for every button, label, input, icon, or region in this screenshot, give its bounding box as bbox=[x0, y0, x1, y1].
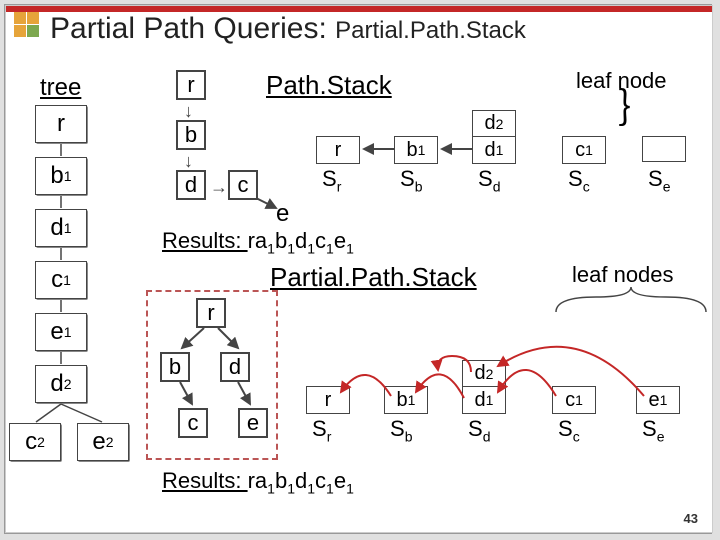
q2-d: d bbox=[220, 352, 250, 382]
stack-sb-label: Sb bbox=[400, 166, 422, 194]
stack-sc-1: c1 bbox=[562, 136, 606, 164]
tree-node-d1: d1 bbox=[36, 210, 88, 248]
tree-node-c1: c1 bbox=[36, 262, 88, 300]
stack-sd2-label: Sd bbox=[468, 416, 490, 444]
q1-d: d bbox=[176, 170, 206, 200]
q1-e-text: e bbox=[276, 200, 289, 228]
stack-se-label: Se bbox=[648, 166, 670, 194]
q2-r: r bbox=[196, 298, 226, 328]
stack-sc-2: c1 bbox=[552, 386, 596, 414]
stack-sr2-label: Sr bbox=[312, 416, 331, 444]
stack-se-2: e1 bbox=[636, 386, 680, 414]
stack-sr-label: Sr bbox=[322, 166, 341, 194]
stack-sc2-label: Sc bbox=[558, 416, 580, 444]
stack-se-1 bbox=[642, 136, 686, 162]
pps-label: Partial.Path.Stack bbox=[270, 262, 477, 293]
q1-r: r bbox=[176, 70, 206, 100]
stack-sd-label: Sd bbox=[478, 166, 500, 194]
stack-sr-1: r bbox=[316, 136, 360, 164]
leaf-nodes-label: leaf nodes bbox=[572, 262, 674, 288]
logo-icon bbox=[14, 12, 42, 37]
tree-node-e2: e2 bbox=[78, 424, 130, 462]
stack-sr-2: r bbox=[306, 386, 350, 414]
stack-se2-label: Se bbox=[642, 416, 664, 444]
stack-sb-2: b1 bbox=[384, 386, 428, 414]
q2-e: e bbox=[238, 408, 268, 438]
arrow-down-icon: ↓ bbox=[184, 152, 193, 170]
stack-sb2-label: Sb bbox=[390, 416, 412, 444]
tree-header: tree bbox=[40, 74, 81, 102]
q1-c: c bbox=[228, 170, 258, 200]
stack-sd-2: d2d1 bbox=[462, 360, 506, 414]
q2-b: b bbox=[160, 352, 190, 382]
stack-sc-label: Sc bbox=[568, 166, 590, 194]
q2-c: c bbox=[178, 408, 208, 438]
slide-title: Partial Path Queries: Partial.Path.Stack bbox=[50, 12, 526, 46]
tree-node-e1: e1 bbox=[36, 314, 88, 352]
results-2: Results: ra1b1d1c1e1 bbox=[162, 468, 354, 496]
page-number: 43 bbox=[684, 511, 698, 526]
results-1: Results: ra1b1d1c1e1 bbox=[162, 228, 354, 256]
tree-node-c2: c2 bbox=[10, 424, 62, 462]
brace-wide-icon bbox=[546, 282, 720, 322]
arrow-down-icon: ↓ bbox=[184, 102, 193, 120]
pathstack-label: Path.Stack bbox=[266, 70, 392, 101]
q1-b: b bbox=[176, 120, 206, 150]
stack-sb-1: b1 bbox=[394, 136, 438, 164]
tree-node-d2: d2 bbox=[36, 366, 88, 404]
brace-icon: ︷ bbox=[611, 87, 669, 127]
stack-sd-1: d2d1 bbox=[472, 110, 516, 164]
tree-node-r: r bbox=[36, 106, 88, 144]
tree-node-b1: b1 bbox=[36, 158, 88, 196]
arrow-right-icon: → bbox=[210, 178, 228, 196]
